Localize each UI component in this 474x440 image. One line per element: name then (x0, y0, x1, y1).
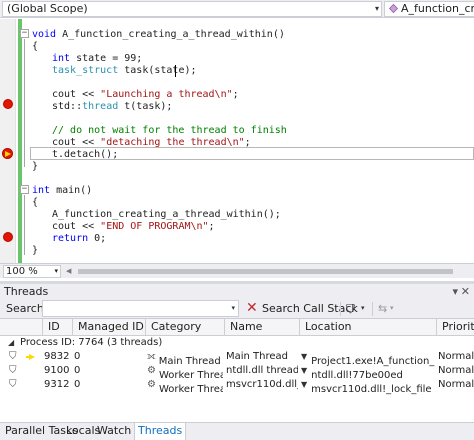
scrollbar-thumb[interactable] (78, 269, 453, 274)
chevron-down-icon[interactable]: ▾ (231, 304, 235, 312)
thread-name: msvcr110d.dll_tl (226, 379, 298, 390)
managed-id: 0 (74, 379, 81, 390)
navigation-bar: (Global Scope) ▾ A_function_creatin (0, 0, 474, 18)
outline-guide (24, 39, 25, 167)
zoom-dropdown[interactable]: 100 % ▾ (3, 265, 61, 278)
chevron-down-icon[interactable]: ▼ (301, 378, 307, 392)
code-line: } (32, 245, 39, 256)
chevron-down-icon[interactable]: ▼ (301, 364, 307, 378)
editor-status-strip: 100 % ▾ ◀ (0, 263, 474, 278)
main-thread-icon: ⟗ (147, 351, 156, 362)
table-row[interactable]: ⛉ 9100 0 ⚙Worker Thread ntdll.dll thread… (0, 364, 474, 381)
column-header-id[interactable]: ID (42, 319, 72, 336)
chevron-down-icon[interactable]: ▼ (301, 350, 307, 364)
category-cell: ⚙Worker Thread (147, 379, 223, 395)
toolbar-separator (372, 302, 373, 316)
member-value: A_function_creatin (401, 2, 474, 15)
column-header-category[interactable]: Category (145, 319, 224, 336)
current-thread-icon (26, 354, 35, 360)
managed-id: 0 (74, 351, 81, 362)
current-statement-icon[interactable] (2, 148, 13, 159)
column-header-name[interactable]: Name (224, 319, 299, 336)
chevron-down-icon[interactable]: ▾ (390, 304, 394, 312)
text-cursor (175, 65, 176, 77)
threads-grid-header: ID Managed ID Category Name Location Pri… (0, 318, 474, 336)
code-line: t.detach(); (52, 149, 119, 160)
process-label: Process ID: 7764 (3 threads) (20, 337, 163, 348)
outline-guide (24, 195, 25, 255)
table-row[interactable]: ⛉ 9312 0 ⚙Worker Thread msvcr110d.dll_tl… (0, 378, 474, 395)
code-line: } (32, 161, 39, 172)
filter-icon[interactable]: ⛉ (346, 302, 355, 317)
column-header-managed-id[interactable]: Managed ID (72, 319, 145, 336)
panel-title: Threads (4, 285, 49, 298)
group-icon[interactable]: ⇆ (378, 302, 387, 315)
code-line: return 0; (52, 233, 107, 244)
thread-name: ntdll.dll thread (226, 365, 298, 376)
code-editor[interactable]: − − void A_function_creating_a_thread_wi… (0, 19, 474, 263)
pin-icon[interactable]: ▾ (452, 284, 458, 300)
thread-id: 9312 (44, 379, 70, 390)
function-icon (389, 4, 398, 13)
priority: Normal (438, 365, 474, 376)
scope-value: (Global Scope) (7, 2, 88, 15)
tab-threads[interactable]: Threads (134, 423, 187, 440)
collapse-toggle[interactable]: − (20, 185, 29, 194)
search-input[interactable]: ▾ (42, 300, 239, 317)
table-row[interactable]: ⛉ 9832 0 ⟗ Main Thread Main Thread ▼ Proje… (0, 350, 474, 367)
scope-dropdown[interactable]: (Global Scope) ▾ (2, 1, 382, 17)
expand-icon[interactable]: ◢ (8, 336, 14, 349)
priority: Normal (438, 379, 474, 390)
breakpoint-margin[interactable] (0, 19, 16, 263)
code-line: cout << "END OF PROGRAM\n"; (52, 221, 215, 232)
chevron-down-icon: ▾ (374, 4, 379, 13)
code-line: A_function_creating_a_thread_within(); (52, 209, 281, 220)
worker-thread-icon: ⚙ (147, 365, 156, 376)
horizontal-scrollbar[interactable]: ◀ (66, 267, 470, 276)
code-line: cout << "detaching the thread\n"; (52, 137, 251, 148)
filter-flag-icon[interactable]: ⛉ (9, 364, 17, 378)
worker-thread-icon: ⚙ (147, 379, 156, 390)
code-line: std::thread t(task); (52, 101, 173, 112)
code-line: { (32, 41, 39, 52)
collapse-toggle[interactable]: − (20, 29, 29, 38)
thread-id: 9832 (44, 351, 70, 362)
column-header-location[interactable]: Location (299, 319, 436, 336)
threads-panel-header: Threads ▾ ✕ (0, 281, 474, 299)
filter-flag-icon[interactable]: ⛉ (9, 350, 17, 364)
process-group-row[interactable]: ◢ Process ID: 7764 (3 threads) (0, 336, 474, 349)
thread-id: 9100 (44, 365, 70, 376)
threads-toolbar: Search: ▾ ✕ Search Call Stack ⛉ ▾ ⇆ ▾ (0, 299, 474, 318)
change-tracking-bar (18, 19, 22, 263)
breakpoint-icon[interactable] (3, 99, 13, 109)
member-dropdown[interactable]: A_function_creatin (384, 1, 474, 17)
close-icon[interactable]: ✕ (461, 284, 470, 300)
clear-search-icon[interactable]: ✕ (246, 300, 258, 316)
filter-flag-icon[interactable]: ⛉ (9, 378, 17, 392)
managed-id: 0 (74, 365, 81, 376)
location-cell[interactable]: ▼ msvcr110d.dll!_lock_file (301, 378, 435, 397)
code-line: void A_function_creating_a_thread_within… (32, 29, 285, 40)
code-line: int main() (32, 185, 93, 196)
code-line: // do not wait for the thread to finish (52, 125, 287, 136)
code-line: int state = 99; (52, 53, 143, 64)
toolbar-separator (340, 302, 341, 316)
search-call-stack-toggle[interactable]: Search Call Stack (262, 302, 358, 315)
chevron-down-icon: ▾ (54, 267, 58, 275)
code-line: { (32, 197, 39, 208)
zoom-value: 100 % (6, 266, 38, 277)
code-line: cout << "Launching a thread\n"; (52, 89, 239, 100)
chevron-down-icon[interactable]: ▾ (361, 304, 365, 312)
column-header-priority[interactable]: Priority (436, 319, 474, 336)
scroll-left-icon[interactable]: ◀ (66, 267, 71, 275)
thread-name: Main Thread (226, 351, 289, 362)
tool-window-tabs: Parallel Tasks Locals Watch 1 Threads (0, 422, 474, 440)
breakpoint-icon[interactable] (3, 232, 13, 242)
priority: Normal (438, 351, 474, 362)
